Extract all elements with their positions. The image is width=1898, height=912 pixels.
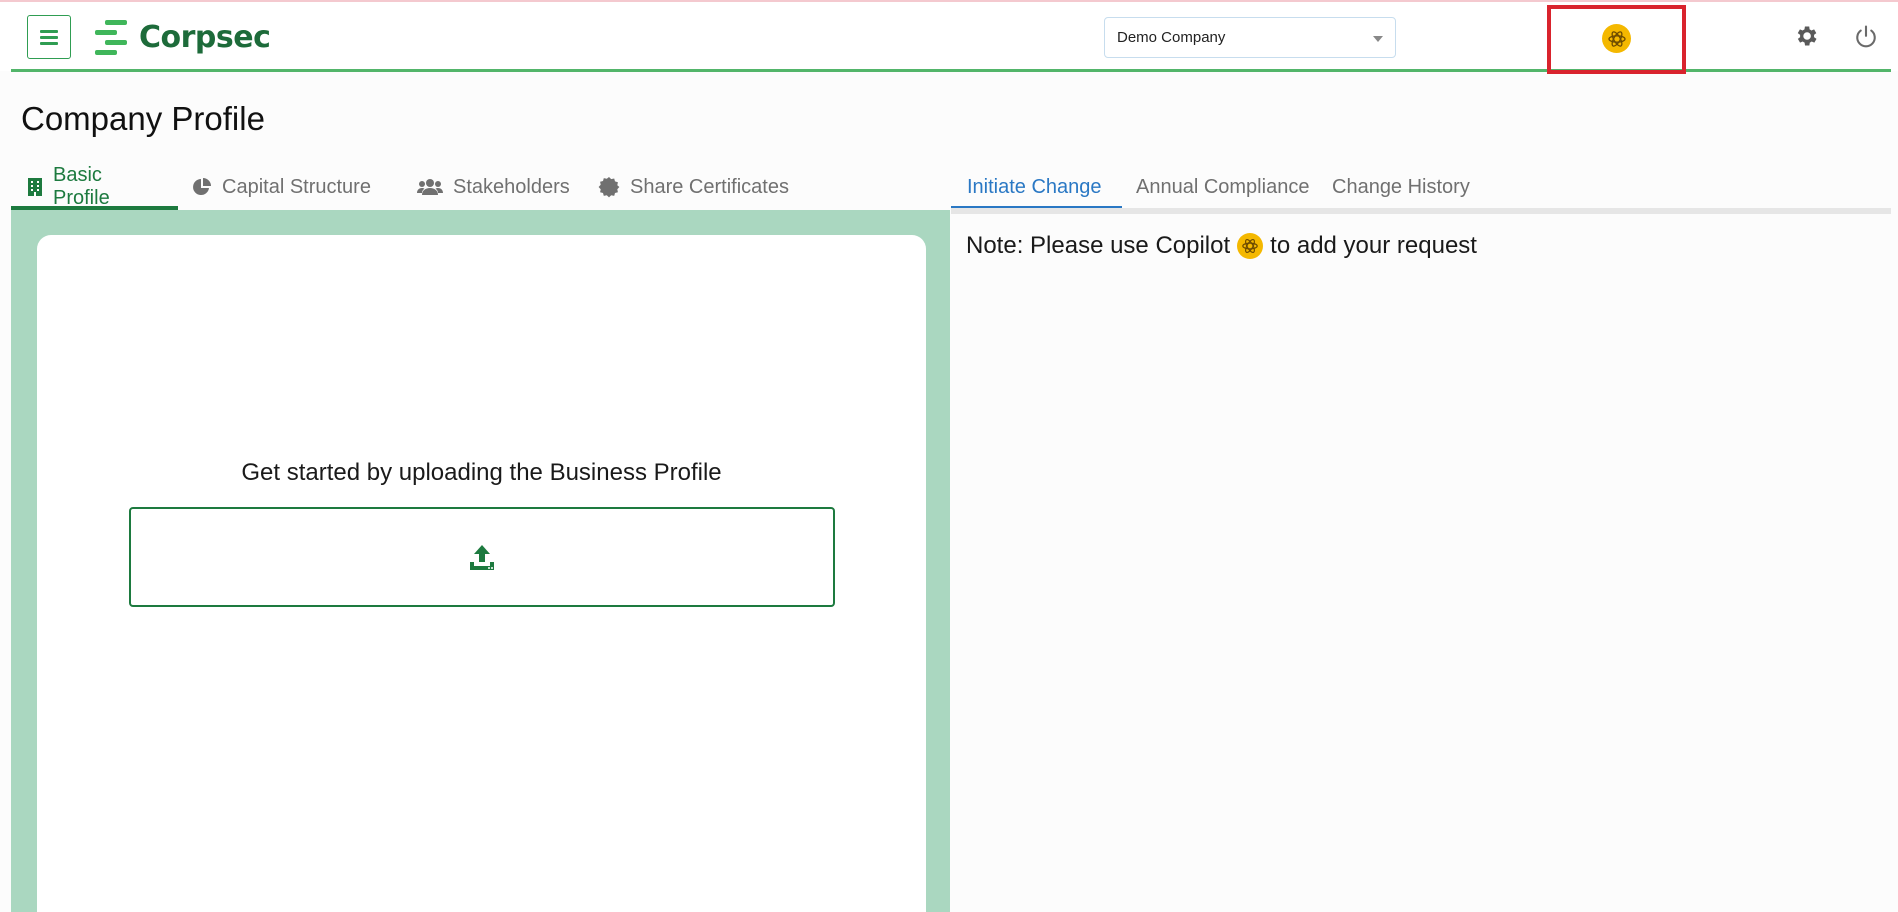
power-icon <box>1856 25 1876 48</box>
tab-annual-compliance[interactable]: Annual Compliance <box>1122 164 1323 210</box>
profile-tabs: Basic Profile Capital Structure Stakehol… <box>11 164 950 210</box>
tab-change-history[interactable]: Change History <box>1318 164 1484 210</box>
note-text-before: Note: Please use Copilot <box>966 232 1231 259</box>
hamburger-menu-button[interactable] <box>27 15 71 59</box>
tab-initiate-change[interactable]: Initiate Change <box>951 164 1122 210</box>
upload-card: Get started by uploading the Business Pr… <box>37 235 926 912</box>
tab-label: Stakeholders <box>453 175 570 198</box>
basic-profile-panel: Get started by uploading the Business Pr… <box>11 210 950 912</box>
tab-label: Initiate Change <box>967 175 1102 198</box>
initiate-change-panel: Note: Please use Copilot to add your req… <box>951 214 1891 912</box>
tab-basic-profile[interactable]: Basic Profile <box>11 164 178 210</box>
tab-label: Change History <box>1332 175 1470 198</box>
tab-label: Share Certificates <box>630 175 789 198</box>
tab-capital-structure[interactable]: Capital Structure <box>178 164 385 210</box>
logout-button[interactable] <box>1852 23 1880 51</box>
building-icon <box>27 177 43 197</box>
settings-button[interactable] <box>1793 23 1819 49</box>
pie-chart-icon <box>192 177 212 197</box>
tab-stakeholders[interactable]: Stakeholders <box>403 164 584 210</box>
page-title: Company Profile <box>21 100 265 137</box>
upload-dropzone[interactable] <box>129 507 835 607</box>
chevron-down-icon <box>1373 36 1383 42</box>
change-tabs: Initiate Change Annual Compliance Change… <box>951 164 1891 210</box>
tab-label: Basic Profile <box>53 164 110 209</box>
upload-icon <box>470 545 494 570</box>
copilot-icon <box>1237 233 1264 259</box>
certificate-icon <box>598 176 620 198</box>
tab-label: Capital Structure <box>222 175 371 198</box>
copilot-note: Note: Please use Copilot to add your req… <box>966 232 1477 260</box>
logo-text: Corpsec <box>139 19 271 55</box>
company-select-value: Demo Company <box>1117 29 1226 46</box>
gear-icon <box>1797 26 1817 46</box>
tab-label: Annual Compliance <box>1136 175 1310 198</box>
note-text-after: to add your request <box>1270 232 1477 259</box>
app-logo[interactable]: Corpsec <box>91 16 271 58</box>
copilot-highlight-frame <box>1547 5 1686 74</box>
company-select[interactable]: Demo Company <box>1104 17 1396 58</box>
upload-prompt: Get started by uploading the Business Pr… <box>241 459 722 486</box>
users-icon <box>417 178 443 196</box>
hamburger-menu-icon <box>40 30 58 45</box>
tab-share-certificates[interactable]: Share Certificates <box>584 164 803 210</box>
logo-mark-icon <box>91 17 133 57</box>
